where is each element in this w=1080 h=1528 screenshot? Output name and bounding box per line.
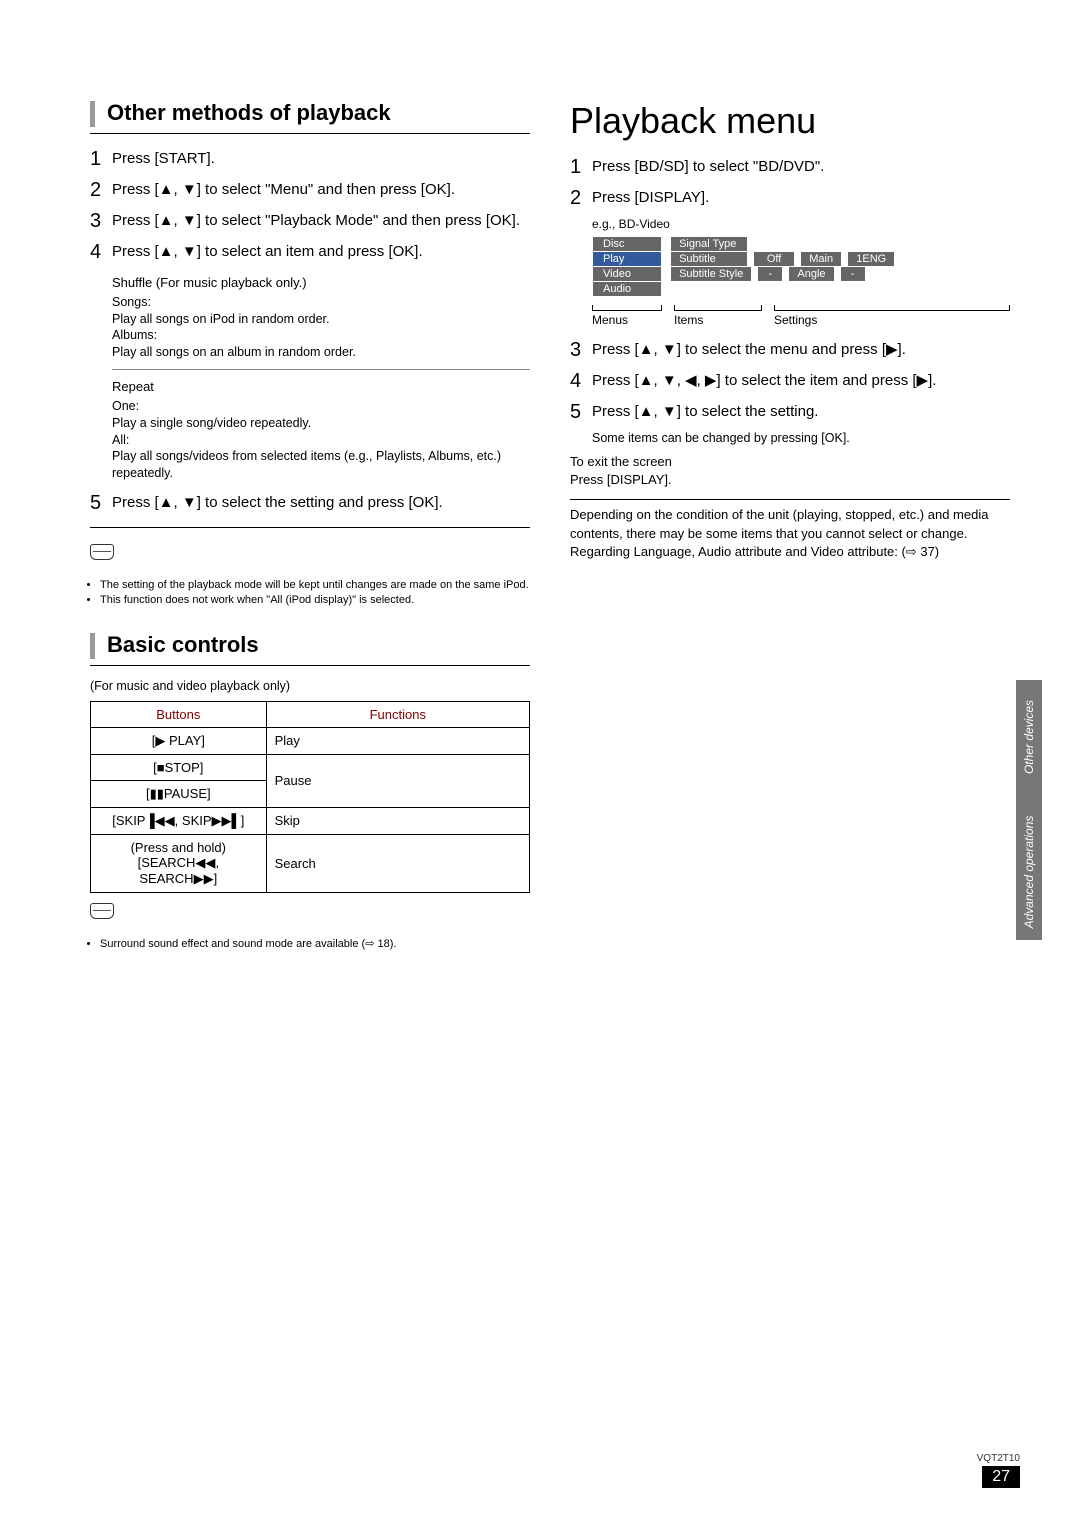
notes-list: The setting of the playback mode will be…: [90, 578, 530, 608]
osd-menu-play: Play: [592, 251, 662, 267]
side-tab-other-devices: Other devices: [1022, 700, 1036, 774]
step-text: Press [▲, ▼] to select the setting and p…: [112, 490, 530, 517]
controls-table: Buttons Functions [▶ PLAY]Play [■STOP]Pa…: [90, 701, 530, 893]
osd-menu-audio: Audio: [592, 281, 662, 297]
osd-value: Angle: [789, 267, 833, 281]
repeat-all-label: All:: [112, 432, 530, 449]
osd-col-items: Items: [674, 313, 774, 327]
exit-title: To exit the screen: [570, 453, 1010, 471]
repeat-title: Repeat: [112, 378, 530, 396]
section-basic-controls: Basic controls: [90, 632, 530, 666]
step-text: Press [▲, ▼] to select the setting.: [592, 399, 1010, 426]
step-number: 3: [90, 208, 112, 235]
table-cell: Skip: [266, 807, 529, 834]
table-cell: [▮▮PAUSE]: [91, 780, 267, 807]
table-header-buttons: Buttons: [91, 701, 267, 727]
table-cell: (Press and hold) [SEARCH◀◀, SEARCH▶▶]: [91, 834, 267, 892]
osd-value: 1ENG: [848, 252, 894, 266]
step-text: Press [▲, ▼] to select "Playback Mode" a…: [112, 208, 530, 235]
table-cell: Pause: [266, 754, 529, 807]
step5-sub: Some items can be changed by pressing [O…: [592, 430, 1010, 447]
side-tab-advanced-operations: Advanced operations: [1022, 816, 1036, 929]
table-cell: [SKIP▐◀◀, SKIP▶▶▌]: [91, 807, 267, 834]
step-number: 1: [570, 154, 592, 181]
osd-item-subtitle: Subtitle: [671, 252, 747, 266]
section-other-methods: Other methods of playback: [90, 100, 530, 134]
table-caption: (For music and video playback only): [90, 678, 530, 695]
step-text: Press [▲, ▼] to select an item and press…: [112, 239, 530, 266]
note-icon: [90, 544, 114, 560]
exit-text: Press [DISPLAY].: [570, 471, 1010, 489]
repeat-one-desc: Play a single song/video repeatedly.: [112, 415, 530, 432]
note-para2: Regarding Language, Audio attribute and …: [570, 543, 1010, 561]
shuffle-albums-label: Albums:: [112, 327, 530, 344]
shuffle-songs-desc: Play all songs on iPod in random order.: [112, 311, 530, 328]
shuffle-songs-label: Songs:: [112, 294, 530, 311]
page-footer: VQT2T10 27: [977, 1453, 1020, 1488]
osd-menu-video: Video: [592, 266, 662, 282]
step-number: 1: [90, 146, 112, 173]
repeat-all-desc: Play all songs/videos from selected item…: [112, 448, 530, 482]
osd-value: Off: [754, 252, 794, 266]
step-text: Press [▲, ▼, ◀, ▶] to select the item an…: [592, 368, 1010, 395]
table-cell: Play: [266, 727, 529, 754]
osd-example: Disc Play Video Audio Signal Type Subtit…: [592, 236, 1010, 327]
step-text: Press [DISPLAY].: [592, 185, 1010, 212]
step-number: 2: [90, 177, 112, 204]
example-caption: e.g., BD-Video: [592, 216, 1010, 232]
repeat-block: Repeat One: Play a single song/video rep…: [112, 378, 530, 482]
shuffle-title: Shuffle (For music playback only.): [112, 274, 530, 292]
step-text: Press [▲, ▼] to select "Menu" and then p…: [112, 177, 530, 204]
step-number: 4: [570, 368, 592, 395]
table-cell: [▶ PLAY]: [91, 727, 267, 754]
note-item: This function does not work when "All (i…: [100, 593, 530, 607]
side-tab: Other devices Advanced operations: [1016, 680, 1042, 940]
footer-code: VQT2T10: [977, 1453, 1020, 1464]
step-text: Press [BD/SD] to select "BD/DVD".: [592, 154, 1010, 181]
note-icon: [90, 903, 114, 919]
osd-item-subtitle-style: Subtitle Style: [671, 267, 751, 281]
table-cell: [■STOP]: [91, 754, 267, 780]
note-item: The setting of the playback mode will be…: [100, 578, 530, 592]
note-item: Surround sound effect and sound mode are…: [100, 937, 530, 951]
step-text: Press [START].: [112, 146, 530, 173]
osd-col-settings: Settings: [774, 313, 817, 327]
table-cell: Search: [266, 834, 529, 892]
osd-value: -: [758, 267, 782, 281]
osd-menu-disc: Disc: [592, 236, 662, 252]
playback-menu-title: Playback menu: [570, 100, 1010, 142]
osd-col-menus: Menus: [592, 313, 674, 327]
step-number: 3: [570, 337, 592, 364]
step-number: 4: [90, 239, 112, 266]
shuffle-albums-desc: Play all songs on an album in random ord…: [112, 344, 530, 361]
step-number: 2: [570, 185, 592, 212]
step-text: Press [▲, ▼] to select the menu and pres…: [592, 337, 1010, 364]
shuffle-block: Shuffle (For music playback only.) Songs…: [112, 274, 530, 361]
osd-value: -: [841, 267, 865, 281]
osd-value: Main: [801, 252, 841, 266]
page-number: 27: [982, 1466, 1020, 1488]
osd-item-signal-type: Signal Type: [671, 237, 747, 251]
step-number: 5: [90, 490, 112, 517]
notes-list: Surround sound effect and sound mode are…: [90, 937, 530, 951]
note-para1: Depending on the condition of the unit (…: [570, 506, 1010, 542]
repeat-one-label: One:: [112, 398, 530, 415]
step-number: 5: [570, 399, 592, 426]
table-header-functions: Functions: [266, 701, 529, 727]
